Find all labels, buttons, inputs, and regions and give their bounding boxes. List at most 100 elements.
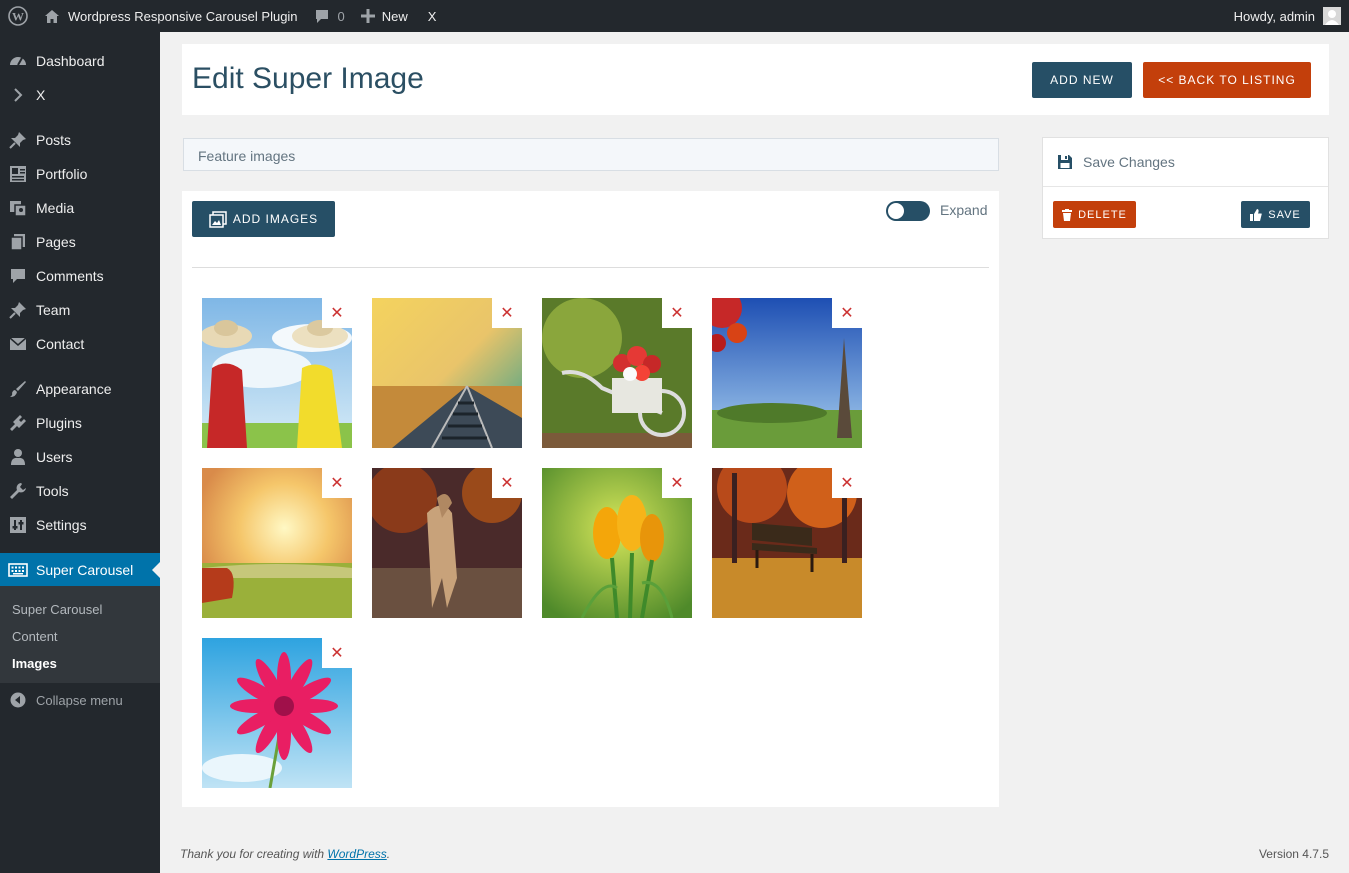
pin-icon [0,301,36,319]
sidebar-item-appearance[interactable]: Appearance [0,372,160,406]
sidebar-item-super-carousel[interactable]: Super Carousel [0,553,160,587]
image-thumb-eiffel-autumn[interactable]: ✕ [712,298,862,448]
wordpress-link[interactable]: WordPress [327,847,386,861]
my-account-link[interactable]: Howdy, admin [1226,0,1349,32]
delete-label: DELETE [1078,208,1127,221]
remove-image-button[interactable]: ✕ [322,638,352,668]
floppy-disk-icon [1057,154,1083,170]
adminbar-x-label: X [427,8,437,24]
sidebar-item-team[interactable]: Team [0,293,160,327]
footer-thanks-suffix: . [386,847,391,861]
sidebar-item-label: Posts [36,132,72,148]
media-icon [0,199,36,217]
sidebar-item-label: Comments [36,268,104,284]
avatar [1323,7,1341,25]
image-thumb-sunset-field[interactable]: ✕ [202,468,352,618]
pages-icon [0,233,36,251]
comment-bubble-icon [314,9,330,24]
page-header: Edit Super Image ADD NEW << BACK TO LIST… [182,44,1329,115]
remove-image-button[interactable]: ✕ [832,298,862,328]
remove-image-button[interactable]: ✕ [492,298,522,328]
images-icon [209,210,227,228]
sidebar-item-pages[interactable]: Pages [0,225,160,259]
super-carousel-submenu: Super Carousel Content Images [0,586,160,683]
save-label: SAVE [1268,208,1301,221]
image-thumb-women-hats[interactable]: ✕ [202,298,352,448]
new-content-link[interactable]: New [353,0,416,32]
new-label: New [381,8,408,24]
sidebar-item-label: Portfolio [36,166,88,182]
back-to-listing-button[interactable]: << BACK TO LISTING [1143,62,1311,98]
remove-image-button[interactable]: ✕ [322,468,352,498]
settings-icon [0,516,36,534]
sidebar-item-comments[interactable]: Comments [0,259,160,293]
remove-image-button[interactable]: ✕ [492,468,522,498]
plus-icon [360,9,375,23]
image-thumb-railway-sunset[interactable]: ✕ [372,298,522,448]
sidebar-item-users[interactable]: Users [0,440,160,474]
delete-button[interactable]: DELETE [1053,201,1136,228]
image-thumb-horse-autumn[interactable]: ✕ [372,468,522,618]
sidebar-item-label: Appearance [36,381,112,397]
sidebar-item-label: Plugins [36,415,82,431]
image-thumb-yellow-crocus[interactable]: ✕ [542,468,692,618]
sidebar-item-label: Super Carousel [36,562,134,578]
add-images-label: ADD IMAGES [232,212,319,226]
add-images-button[interactable]: ADD IMAGES [192,201,335,237]
sidebar-item-plugins[interactable]: Plugins [0,406,160,440]
save-changes-title: Save Changes [1083,154,1175,170]
comments-link[interactable]: 0 [306,0,353,32]
sidebar-item-label: Tools [36,483,69,499]
adminbar-x-link[interactable]: X [420,0,445,32]
home-icon [44,9,60,24]
save-button[interactable]: SAVE [1241,201,1310,228]
remove-image-button[interactable]: ✕ [832,468,862,498]
sidebar-item-label: X [36,87,46,103]
sidebar-item-label: Users [36,449,73,465]
remove-image-button[interactable]: ✕ [662,298,692,328]
submenu-item-super-carousel[interactable]: Super Carousel [12,602,102,617]
sidebar-item-label: Contact [36,336,85,352]
sidebar-item-contact[interactable]: Contact [0,327,160,361]
image-thumb-bicycle-flowers[interactable]: ✕ [542,298,692,448]
sidebar-item-tools[interactable]: Tools [0,474,160,508]
save-changes-header: Save Changes [1043,138,1328,187]
dashboard-icon [0,52,36,70]
expand-toggle[interactable] [886,201,930,221]
divider [192,267,989,268]
submenu-item-images[interactable]: Images [12,656,57,671]
images-panel: ADD IMAGES Expand ✕ ✕ ✕ ✕ ✕ ✕ ✕ ✕ ✕ [182,191,999,807]
remove-image-button[interactable]: ✕ [662,468,692,498]
footer-thanks: Thank you for creating with WordPress. [180,847,390,861]
wordpress-logo-icon[interactable]: W [0,0,36,32]
user-icon [0,448,36,466]
submenu-item-content[interactable]: Content [12,629,58,644]
sidebar-item-label: Dashboard [36,53,105,69]
image-thumb-pink-gerbera[interactable]: ✕ [202,638,352,788]
sidebar-item-portfolio[interactable]: Portfolio [0,157,160,191]
sidebar-item-dashboard[interactable]: Dashboard [0,44,160,78]
toggle-knob [888,203,904,219]
admin-bar: W Wordpress Responsive Carousel Plugin 0… [0,0,1349,32]
brush-icon [0,380,36,398]
collapse-menu-button[interactable]: Collapse menu [0,686,160,714]
add-new-button[interactable]: ADD NEW [1032,62,1132,98]
chevron-right-icon [0,88,36,102]
sidebar-item-media[interactable]: Media [0,191,160,225]
plugin-icon [0,414,36,432]
site-name-link[interactable]: Wordpress Responsive Carousel Plugin [36,0,306,32]
sidebar-item-label: Team [36,302,71,318]
collapse-arrow-icon [0,692,36,708]
mail-icon [0,335,36,353]
svg-text:W: W [12,10,24,24]
sidebar-item-posts[interactable]: Posts [0,123,160,157]
sidebar-item-x[interactable]: X [0,78,160,112]
howdy-text: Howdy, admin [1233,8,1315,24]
pin-icon [0,131,36,149]
keyboard-icon [0,562,36,578]
save-changes-panel: Save Changes DELETE SAVE [1042,137,1329,239]
comments-count: 0 [337,8,345,24]
sidebar-item-settings[interactable]: Settings [0,508,160,542]
remove-image-button[interactable]: ✕ [322,298,352,328]
image-thumb-park-bench-autumn[interactable]: ✕ [712,468,862,618]
